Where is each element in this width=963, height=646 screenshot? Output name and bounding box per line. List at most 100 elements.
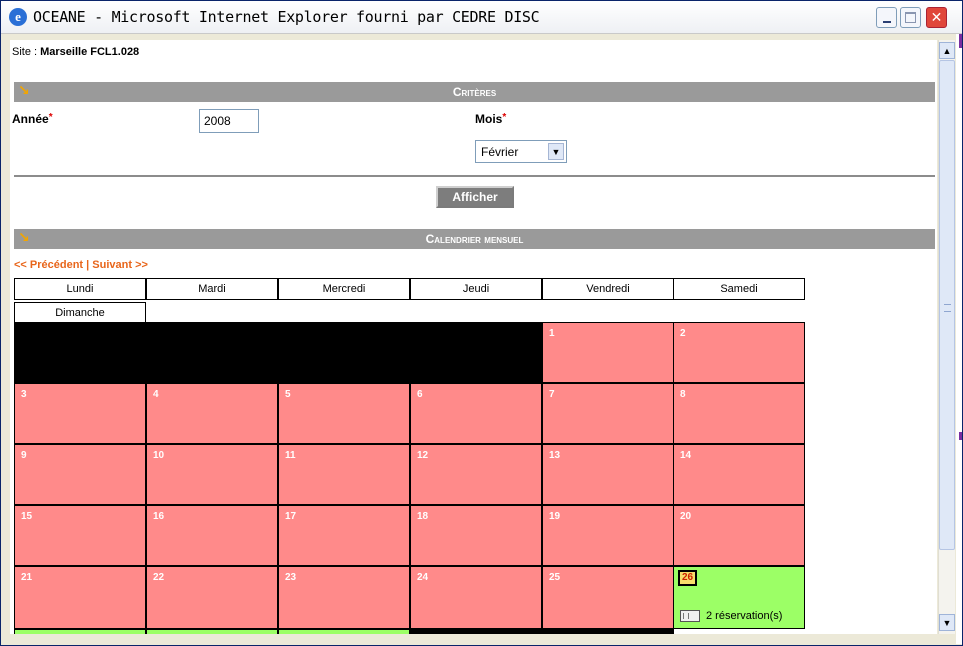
calendar-day[interactable]: 22 bbox=[146, 566, 278, 629]
day-number: 12 bbox=[417, 450, 429, 461]
calendar-day[interactable]: 11 bbox=[278, 444, 410, 505]
day-number: 18 bbox=[417, 511, 429, 522]
calendar-day[interactable]: 8 bbox=[673, 383, 805, 444]
month-select[interactable]: Février ▼ bbox=[475, 140, 567, 163]
day-number: 14 bbox=[680, 450, 692, 461]
calendar-nav: << Précédent | Suivant >> bbox=[14, 259, 148, 271]
chevron-up-icon: ▲ bbox=[942, 45, 952, 56]
close-icon: ✕ bbox=[930, 9, 943, 26]
criteria-section-header: ↘ Critères bbox=[14, 82, 935, 102]
calendar-day[interactable] bbox=[14, 629, 146, 634]
next-link[interactable]: Suivant >> bbox=[92, 259, 148, 271]
calendar-day[interactable]: 21 bbox=[14, 566, 146, 629]
day-number: 23 bbox=[285, 572, 297, 583]
site-info: Site : Marseille FCL1.028 bbox=[12, 46, 139, 58]
nav-separator: | bbox=[86, 259, 90, 271]
calendar-day[interactable]: 14 bbox=[673, 444, 805, 505]
calendar-day[interactable]: 4 bbox=[146, 383, 278, 444]
chevron-down-icon[interactable]: ▼ bbox=[548, 143, 564, 160]
previous-link[interactable]: << Précédent bbox=[14, 259, 83, 271]
calendar-day[interactable]: 1 bbox=[542, 322, 674, 383]
year-input[interactable]: 2008 bbox=[199, 109, 259, 133]
day-number: 1 bbox=[549, 328, 555, 339]
reservations-link[interactable]: 2 réservation(s) bbox=[680, 610, 782, 622]
day-number: 4 bbox=[153, 389, 159, 400]
background-accent bbox=[959, 432, 962, 440]
scrollbar-thumb[interactable] bbox=[939, 60, 955, 550]
list-icon bbox=[680, 610, 700, 622]
day-number: 5 bbox=[285, 389, 291, 400]
calendar-day[interactable]: 6 bbox=[410, 383, 542, 444]
background-accent bbox=[959, 34, 962, 48]
day-number: 11 bbox=[285, 450, 296, 461]
day-header-saturday: Samedi bbox=[673, 278, 805, 300]
calendar-day[interactable]: 19 bbox=[542, 505, 674, 566]
required-marker: * bbox=[502, 112, 507, 123]
calendar-title: Calendrier mensuel bbox=[425, 232, 524, 246]
empty-days bbox=[410, 629, 674, 634]
day-number: 20 bbox=[680, 511, 692, 522]
empty-days bbox=[14, 322, 542, 383]
day-number: 15 bbox=[21, 511, 33, 522]
highlighted-day-number: 26 bbox=[678, 570, 698, 586]
day-number: 2 bbox=[680, 328, 686, 339]
calendar-day[interactable]: 23 bbox=[278, 566, 410, 629]
page-content: Site : Marseille FCL1.028 ↘ Critères Ann… bbox=[10, 40, 937, 634]
calendar-day[interactable]: 25 bbox=[542, 566, 674, 629]
calendar-day[interactable] bbox=[146, 629, 278, 634]
calendar-day[interactable]: 5 bbox=[278, 383, 410, 444]
site-label: Site : bbox=[12, 46, 41, 58]
month-label-text: Mois bbox=[475, 112, 503, 126]
criteria-title: Critères bbox=[452, 85, 497, 99]
day-number: 8 bbox=[680, 389, 686, 400]
year-input-value: 2008 bbox=[204, 114, 231, 128]
internet-explorer-icon: e bbox=[9, 8, 27, 26]
calendar-day[interactable]: 24 bbox=[410, 566, 542, 629]
day-number: 21 bbox=[21, 572, 33, 583]
required-marker: * bbox=[48, 112, 53, 123]
day-number: 9 bbox=[21, 450, 27, 461]
calendar-day[interactable]: 15 bbox=[14, 505, 146, 566]
day-number: 19 bbox=[549, 511, 561, 522]
calendar-day[interactable]: 2 bbox=[673, 322, 805, 383]
day-header-tuesday: Mardi bbox=[146, 278, 278, 300]
month-label: Mois* bbox=[475, 112, 506, 126]
year-label-text: Année bbox=[12, 112, 49, 126]
year-label: Année* bbox=[12, 112, 53, 126]
calendar-day[interactable]: 7 bbox=[542, 383, 674, 444]
reservations-text: 2 réservation(s) bbox=[706, 610, 783, 622]
calendar-day[interactable]: 18 bbox=[410, 505, 542, 566]
day-number: 22 bbox=[153, 572, 165, 583]
grip-icon bbox=[944, 304, 951, 312]
day-header-monday: Lundi bbox=[14, 278, 146, 300]
calendar-day-today[interactable]: 26 2 réservation(s) bbox=[673, 566, 805, 629]
day-number: 3 bbox=[21, 389, 27, 400]
calendar-day[interactable]: 16 bbox=[146, 505, 278, 566]
scroll-up-button[interactable]: ▲ bbox=[939, 42, 955, 59]
calendar-day[interactable]: 17 bbox=[278, 505, 410, 566]
close-button[interactable]: ✕ bbox=[926, 7, 947, 28]
calendar-day[interactable]: 13 bbox=[542, 444, 674, 505]
calendar-day[interactable]: 12 bbox=[410, 444, 542, 505]
day-number: 17 bbox=[285, 511, 297, 522]
calendar-day[interactable] bbox=[278, 629, 410, 634]
day-number: 24 bbox=[417, 572, 429, 583]
calendar-day[interactable]: 3 bbox=[14, 383, 146, 444]
day-number: 16 bbox=[153, 511, 165, 522]
maximize-button[interactable] bbox=[900, 7, 921, 28]
scroll-down-button[interactable]: ▼ bbox=[939, 614, 955, 631]
calendar-day[interactable]: 20 bbox=[673, 505, 805, 566]
vertical-scrollbar[interactable]: ▲ ▼ bbox=[938, 40, 955, 634]
day-number: 13 bbox=[549, 450, 561, 461]
maximize-icon bbox=[905, 12, 916, 23]
calendar-day[interactable]: 10 bbox=[146, 444, 278, 505]
day-header-thursday: Jeudi bbox=[410, 278, 542, 300]
background-window-edge bbox=[956, 34, 962, 644]
title-bar[interactable]: e OCEANE - Microsoft Internet Explorer f… bbox=[1, 1, 962, 34]
day-number: 10 bbox=[153, 450, 165, 461]
show-button[interactable]: Afficher bbox=[436, 186, 514, 208]
minimize-button[interactable] bbox=[876, 7, 897, 28]
day-header-friday: Vendredi bbox=[542, 278, 674, 300]
calendar-day[interactable]: 9 bbox=[14, 444, 146, 505]
day-number: 6 bbox=[417, 389, 423, 400]
